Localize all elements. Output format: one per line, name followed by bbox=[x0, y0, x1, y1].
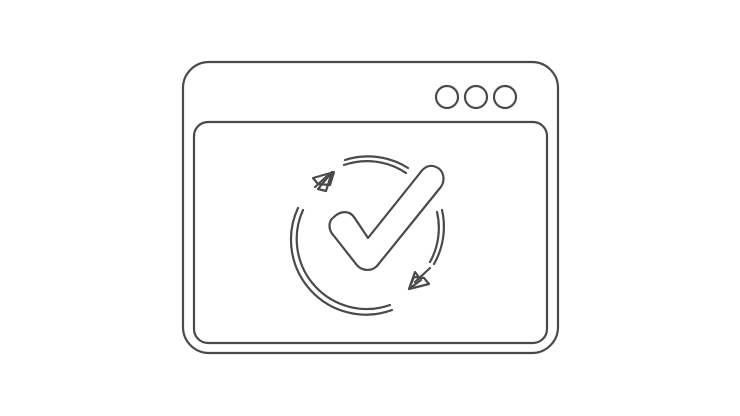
window-control-dot-icon bbox=[434, 84, 460, 110]
window-control-dot-icon bbox=[492, 84, 518, 110]
window-control-dot-icon bbox=[463, 84, 489, 110]
window-controls bbox=[434, 84, 518, 110]
browser-sync-check-illustration bbox=[181, 60, 560, 355]
checkmark-icon bbox=[328, 164, 445, 271]
illustration-stage bbox=[0, 0, 740, 416]
